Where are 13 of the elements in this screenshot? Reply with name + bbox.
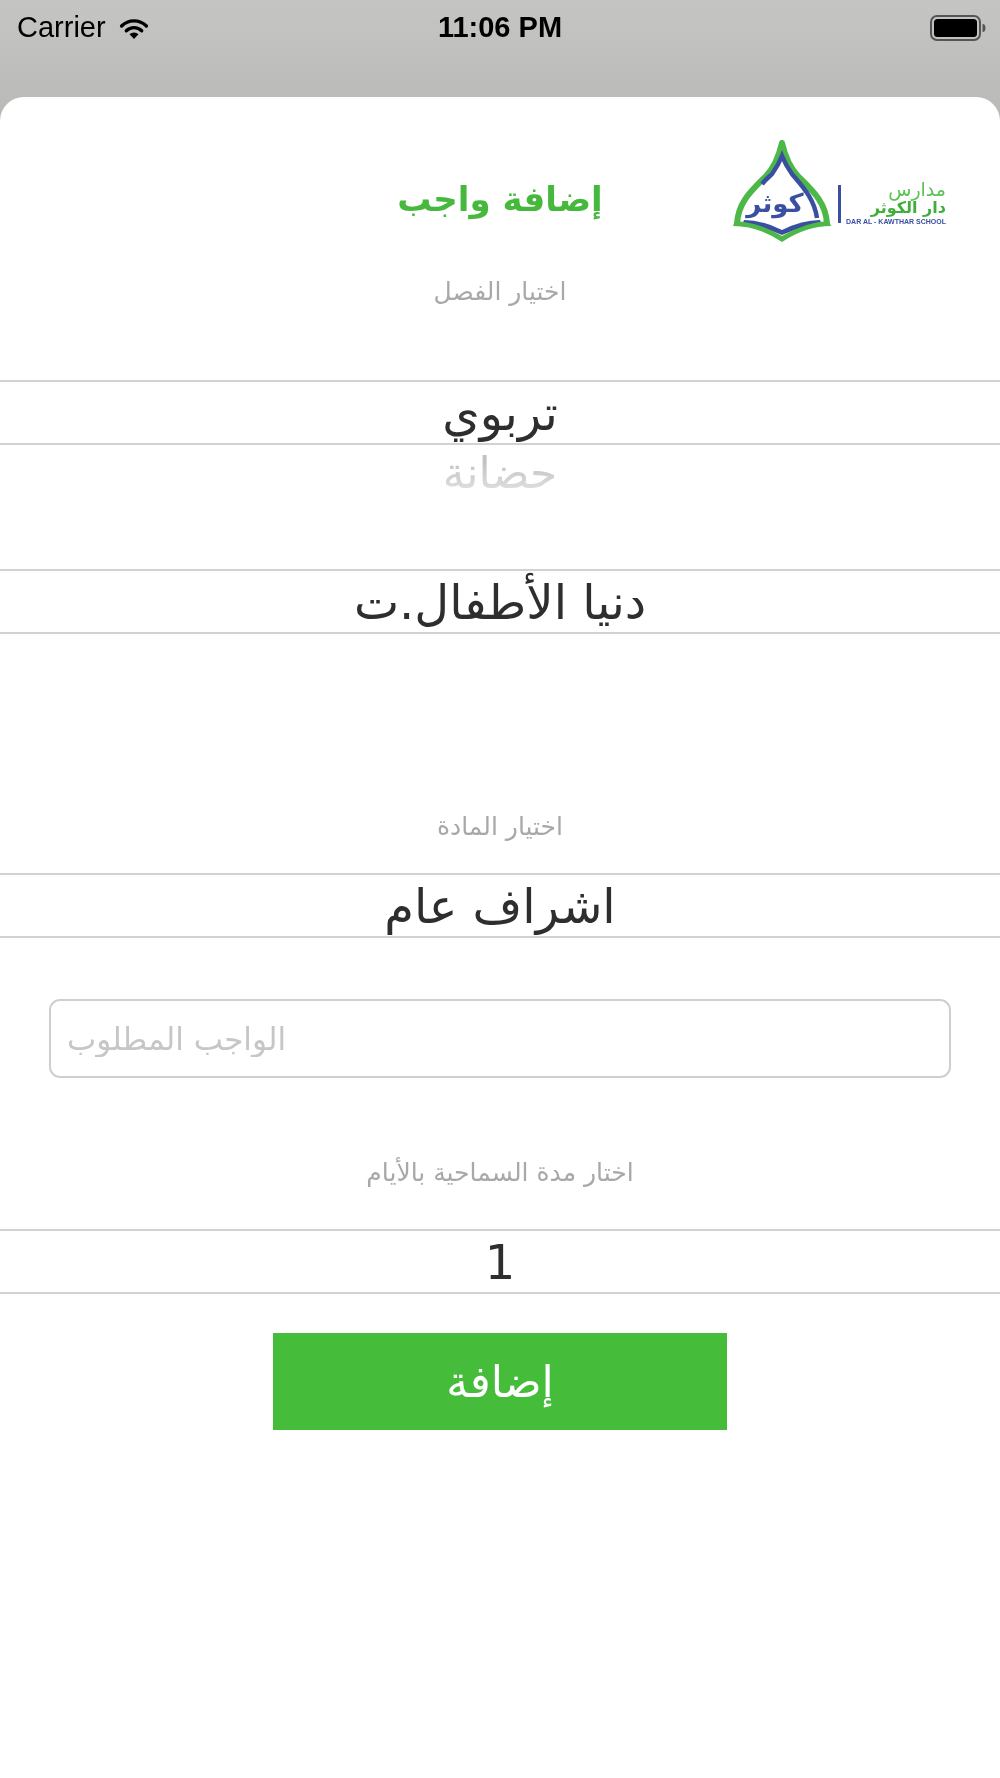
logo-emblem-text: كوثر	[746, 188, 804, 218]
picker-wheel[interactable]: اشراف عام	[0, 873, 1000, 938]
carrier-label: Carrier	[17, 11, 106, 44]
section-label: اختار مدة السماحية بالأيام	[366, 1158, 634, 1188]
picker-wheel[interactable]: دنيا الأطفال.ت	[0, 569, 1000, 634]
time-label: 11:06 PM	[437, 11, 563, 44]
homework-field[interactable]: الواجب المطلوب	[49, 999, 951, 1078]
page-title: إضافة واجب	[397, 178, 603, 220]
picker-wheel[interactable]: تربوي	[0, 380, 1000, 445]
section-label: اختيار الفصل	[433, 277, 567, 307]
picker-wheel[interactable]: 1	[0, 1229, 1000, 1294]
section-label: اختيار المادة	[437, 812, 563, 842]
battery-icon	[930, 14, 986, 41]
